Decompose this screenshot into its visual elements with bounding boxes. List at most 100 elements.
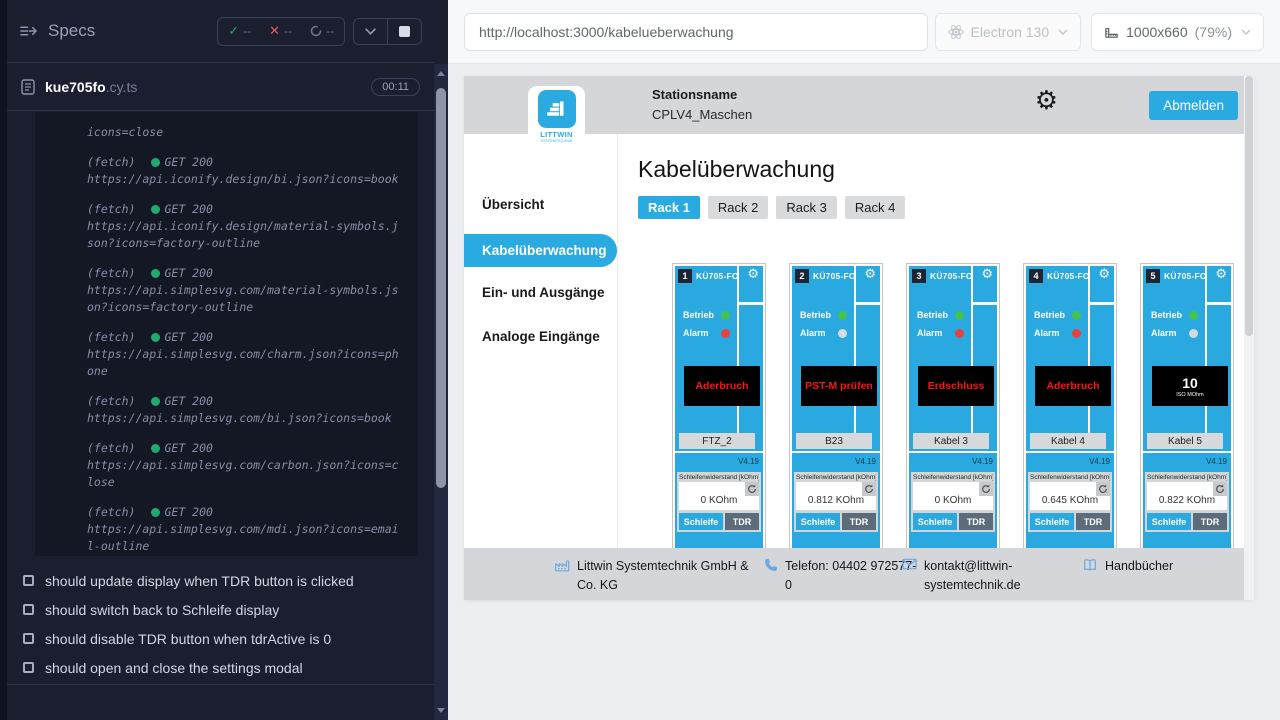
settings-gear-icon[interactable]: ⚙ — [1035, 88, 1058, 114]
status-ok-dot — [151, 444, 160, 453]
station-info: Stationsname CPLV4_Maschen — [652, 87, 752, 122]
log-url: https://api.simplesvg.com/carbon.json?ic… — [87, 457, 404, 491]
schleife-button[interactable]: Schleife — [679, 513, 723, 530]
device-model: KÜ705-FO — [1047, 271, 1090, 281]
collapse-button[interactable] — [354, 19, 387, 44]
scroll-up-icon[interactable] — [437, 71, 445, 76]
betrieb-led — [1189, 311, 1198, 320]
tdr-button[interactable]: TDR — [725, 513, 759, 530]
device-model: KÜ705-FO — [813, 271, 856, 281]
factory-icon — [554, 558, 570, 595]
measurement-panel: Schleifenwiderstand [kOhm] 0.812 KOhm Sc… — [794, 472, 878, 532]
station-name: CPLV4_Maschen — [652, 107, 752, 122]
log-url: https://api.simplesvg.com/mdi.json?icons… — [87, 521, 404, 555]
app-main-content: Kabelüberwachung Rack 1 Rack 2 Rack 3 Ra… — [619, 134, 1244, 600]
log-entry[interactable]: (fetch)GET 200 https://api.iconify.desig… — [87, 201, 404, 252]
log-entry[interactable]: (fetch)GET 200 https://api.simplesvg.com… — [87, 504, 404, 555]
alarm-led — [1189, 329, 1198, 338]
alarm-led — [1072, 329, 1081, 338]
betrieb-led — [721, 311, 730, 320]
tab-rack-4[interactable]: Rack 4 — [845, 196, 905, 219]
scrollbar-thumb[interactable] — [1245, 76, 1253, 336]
tab-rack-2[interactable]: Rack 2 — [708, 196, 768, 219]
email-icon — [902, 558, 917, 595]
test-row[interactable]: should disable TDR button when tdrActive… — [7, 624, 434, 653]
test-row[interactable]: should open and close the settings modal — [7, 653, 434, 682]
log-entry[interactable]: (fetch)GET 200 https://api.simplesvg.com… — [87, 265, 404, 316]
reporter-scrollbar[interactable] — [434, 64, 448, 720]
log-url-continuation: icons=close — [87, 124, 404, 141]
littwin-logo: LITTWIN SYSTEMTECHNIK — [528, 86, 585, 149]
app-scrollbar[interactable] — [1244, 76, 1254, 600]
log-entry[interactable]: (fetch)GET 200 https://api.simplesvg.com… — [87, 329, 404, 380]
reporter-edge-strip — [0, 0, 7, 720]
status-ok-dot — [151, 397, 160, 406]
specs-label: Specs — [48, 21, 95, 41]
card-settings-gear-icon[interactable]: ⚙ — [864, 268, 876, 281]
cable-name: Kabel 4 — [1030, 433, 1106, 449]
browser-select[interactable]: Electron 130 — [935, 13, 1082, 51]
schleife-button[interactable]: Schleife — [1030, 513, 1074, 530]
refresh-icon[interactable] — [979, 482, 993, 496]
device-card-5: 5 KÜ705-FO ⚙ Betrieb Alarm 10 ISO MOhm K… — [1140, 263, 1234, 563]
test-stats-group[interactable]: ✓ -- ✕ -- -- — [217, 17, 345, 46]
card-settings-gear-icon[interactable]: ⚙ — [747, 268, 759, 281]
device-model: KÜ705-FO — [1164, 271, 1207, 281]
sidebar-item-analoge-eingaenge[interactable]: Analoge Eingänge — [464, 322, 617, 352]
refresh-icon[interactable] — [1096, 482, 1110, 496]
spec-file-row[interactable]: kue705fo.cy.ts 00:11 — [7, 64, 434, 111]
log-entry[interactable]: (fetch)GET 200 https://api.simplesvg.com… — [87, 393, 404, 427]
chevron-down-icon — [1241, 29, 1251, 35]
tdr-button[interactable]: TDR — [1076, 513, 1110, 530]
test-row[interactable]: should update display when TDR button is… — [7, 566, 434, 595]
log-url: https://api.simplesvg.com/material-symbo… — [87, 282, 404, 316]
firmware-version: V4.19 — [1089, 457, 1110, 466]
chevron-down-icon — [1058, 29, 1068, 35]
alarm-led — [838, 329, 847, 338]
refresh-icon[interactable] — [1213, 482, 1227, 496]
test-pending-icon — [23, 575, 34, 586]
tab-rack-1[interactable]: Rack 1 — [638, 196, 700, 219]
scroll-down-icon[interactable] — [437, 708, 445, 713]
test-row[interactable]: should switch back to Schleife display — [7, 595, 434, 624]
tdr-button[interactable]: TDR — [959, 513, 993, 530]
device-card-4: 4 KÜ705-FO ⚙ Betrieb Alarm Aderbruch Kab… — [1023, 263, 1117, 563]
stop-button[interactable] — [387, 19, 421, 44]
scrollbar-thumb[interactable] — [436, 88, 446, 488]
refresh-icon[interactable] — [862, 482, 876, 496]
betrieb-led — [838, 311, 847, 320]
cable-name: FTZ_2 — [679, 433, 755, 449]
card-settings-gear-icon[interactable]: ⚙ — [981, 268, 993, 281]
resistance-value: 0.645 KOhm — [1030, 495, 1110, 506]
schleife-button[interactable]: Schleife — [913, 513, 957, 530]
card-settings-gear-icon[interactable]: ⚙ — [1098, 268, 1110, 281]
schleife-button[interactable]: Schleife — [796, 513, 840, 530]
tab-rack-3[interactable]: Rack 3 — [776, 196, 836, 219]
status-ok-dot — [151, 269, 160, 278]
footer-email[interactable]: kontakt@littwin-systemtechnik.de — [902, 557, 1052, 595]
log-url: https://api.simplesvg.com/charm.json?ico… — [87, 346, 404, 380]
tdr-button[interactable]: TDR — [1193, 513, 1227, 530]
firmware-version: V4.19 — [1206, 457, 1227, 466]
log-entry[interactable]: icons=close — [87, 124, 404, 141]
footer-phone[interactable]: Telefon: 04402 972577-0 — [764, 557, 924, 595]
logout-button[interactable]: Abmelden — [1149, 91, 1238, 120]
sidebar-item-ein-und-ausgaenge[interactable]: Ein- und Ausgänge — [464, 278, 617, 308]
rack-tabs: Rack 1 Rack 2 Rack 3 Rack 4 — [638, 196, 1244, 219]
card-settings-gear-icon[interactable]: ⚙ — [1215, 268, 1227, 281]
refresh-icon[interactable] — [745, 482, 759, 496]
log-entry[interactable]: (fetch)GET 200 https://api.simplesvg.com… — [87, 440, 404, 491]
device-cards: 1 KÜ705-FO ⚙ Betrieb Alarm Aderbruch FTZ… — [672, 263, 1234, 563]
tdr-button[interactable]: TDR — [842, 513, 876, 530]
sidebar-item-uebersicht[interactable]: Übersicht — [464, 190, 617, 220]
url-input[interactable] — [464, 13, 928, 51]
viewport-size-select[interactable]: 1000x660 (79%) — [1091, 13, 1264, 51]
specs-menu-icon[interactable] — [19, 24, 38, 38]
card-number: 3 — [912, 269, 926, 283]
footer-handbuecher[interactable]: Handbücher — [1082, 557, 1173, 576]
divider — [7, 684, 434, 685]
sidebar-item-kabelueberwachung[interactable]: Kabelüberwachung — [464, 234, 617, 267]
measurement-panel: Schleifenwiderstand [kOhm] 0.822 KOhm Sc… — [1145, 472, 1229, 532]
schleife-button[interactable]: Schleife — [1147, 513, 1191, 530]
log-entry[interactable]: (fetch)GET 200 https://api.iconify.desig… — [87, 154, 404, 188]
